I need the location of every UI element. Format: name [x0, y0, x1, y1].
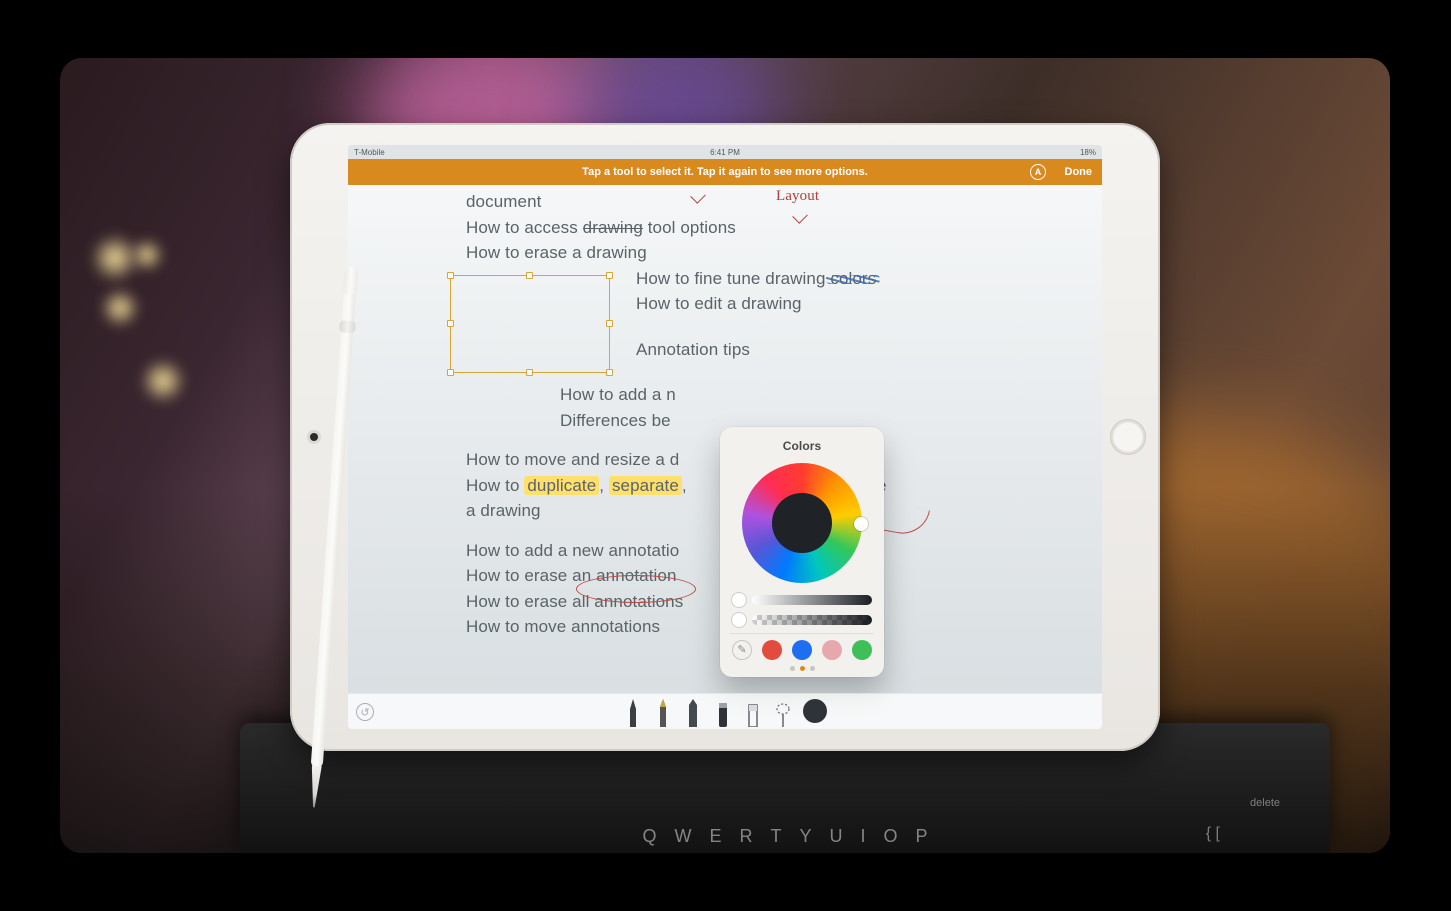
crayon-tool[interactable] [683, 697, 703, 727]
markup-tip-bar: Tap a tool to select it. Tap it again to… [348, 159, 1102, 185]
ipad-device: T-Mobile 6:41 PM 18% Tap a tool to selec… [290, 123, 1160, 751]
doc-line: How to access drawing tool options [466, 215, 1078, 241]
key: E [709, 826, 721, 847]
key: W [674, 826, 691, 847]
key: P [916, 826, 928, 847]
key: U [830, 826, 843, 847]
tip-text: Tap a tool to select it. Tap it again to… [582, 166, 868, 178]
eyedropper-icon[interactable]: ✎ [732, 640, 752, 660]
doc-line: How to fine tune drawing colors [636, 266, 1078, 292]
front-camera [310, 433, 318, 441]
color-swatch[interactable] [852, 640, 872, 660]
doc-line: How to erase a drawing [466, 240, 1078, 266]
doc-line: How to edit a drawing [636, 291, 1078, 317]
drawing-tool-tray: ↺ [348, 693, 1102, 729]
colors-popover[interactable]: Colors ✎ [720, 427, 884, 677]
popover-title: Colors [730, 437, 874, 455]
markup-icon[interactable]: A [1030, 164, 1046, 180]
status-time: 6:41 PM [710, 148, 740, 157]
key: O [884, 826, 898, 847]
key: R [739, 826, 752, 847]
color-swatch[interactable] [822, 640, 842, 660]
opacity-slider[interactable] [732, 613, 872, 627]
photo-card: delete { [ QWERTYUIOP T-Mobile 6:41 PM 1… [60, 58, 1390, 853]
doc-line: Annotation tips [636, 337, 1078, 363]
oval-annotation-icon [576, 575, 696, 603]
handwritten-annotation: Layout [776, 185, 819, 208]
pencil-tool[interactable] [653, 697, 673, 727]
lasso-tool[interactable] [773, 697, 793, 727]
ipad-screen: T-Mobile 6:41 PM 18% Tap a tool to selec… [348, 145, 1102, 729]
status-battery: 18% [1080, 148, 1096, 157]
key: T [770, 826, 781, 847]
done-button[interactable]: Done [1065, 166, 1093, 178]
home-button[interactable] [1110, 419, 1146, 455]
undo-icon[interactable]: ↺ [356, 703, 374, 721]
ios-status-bar: T-Mobile 6:41 PM 18% [348, 145, 1102, 159]
popover-pager[interactable] [730, 666, 874, 671]
color-swatch[interactable] [792, 640, 812, 660]
doc-line: document [466, 189, 1078, 215]
status-carrier: T-Mobile [354, 148, 385, 157]
color-wheel[interactable] [742, 463, 862, 583]
pen-tool[interactable] [623, 697, 643, 727]
doc-line: How to add a n [560, 382, 1078, 408]
wheel-knob[interactable] [854, 517, 868, 531]
selection-rectangle[interactable] [450, 275, 610, 373]
current-color-swatch[interactable] [803, 699, 827, 723]
eraser-tool[interactable] [743, 697, 763, 727]
fill-tool[interactable] [713, 697, 733, 727]
key: Q [642, 826, 656, 847]
color-swatch[interactable] [762, 640, 782, 660]
document-canvas[interactable]: document How to access drawing tool opti… [348, 185, 1102, 693]
key: I [861, 826, 866, 847]
key: Y [799, 826, 811, 847]
key-delete: delete [1250, 797, 1280, 809]
brightness-slider[interactable] [732, 593, 872, 607]
